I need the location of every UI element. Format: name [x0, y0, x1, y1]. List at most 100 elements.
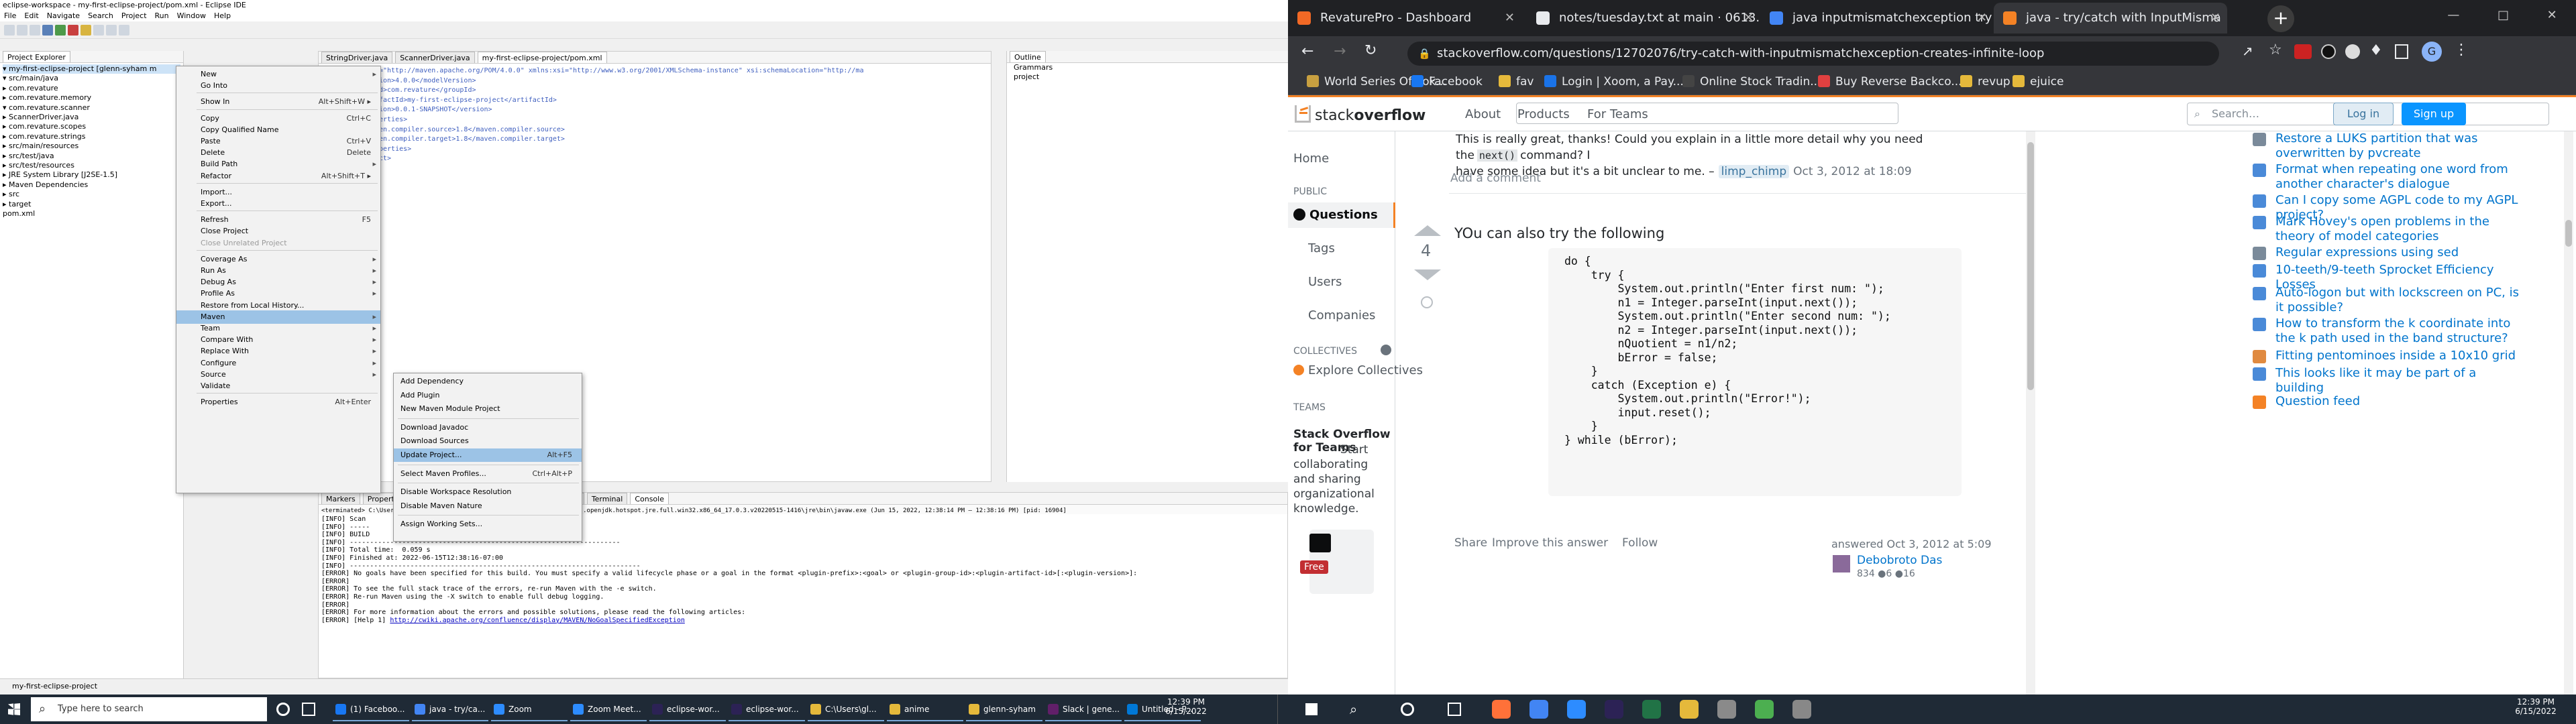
- tree-item[interactable]: ▸ ScannerDriver.java: [3, 113, 180, 122]
- info-icon[interactable]: [1381, 345, 1391, 355]
- share-link[interactable]: Share: [1454, 536, 1487, 550]
- maven-menu-item[interactable]: Assign Working Sets...: [394, 518, 582, 531]
- taskbar-app[interactable]: (1) Faceboo...: [333, 697, 409, 721]
- cortana-icon[interactable]: [276, 703, 290, 716]
- eclipse-icon[interactable]: [1605, 700, 1623, 719]
- save-all-icon[interactable]: [30, 24, 40, 36]
- taskbar-app[interactable]: eclipse-wor...: [649, 697, 726, 721]
- minimize-icon[interactable]: —: [2447, 0, 2459, 31]
- taskbar-app[interactable]: anime: [887, 697, 963, 721]
- menu-help[interactable]: Help: [214, 11, 231, 21]
- debug-icon[interactable]: [42, 24, 53, 36]
- tab-close-icon[interactable]: ✕: [1743, 3, 1754, 34]
- page-scrollbar[interactable]: [2564, 131, 2573, 695]
- tree-item[interactable]: ▸ src/test/java: [3, 152, 180, 161]
- free-badge[interactable]: Free: [1300, 560, 1328, 574]
- bookmark-item[interactable]: revup: [1960, 68, 2010, 95]
- bookmark-item[interactable]: Online Stock Tradin...: [1682, 68, 1821, 95]
- tree-item[interactable]: ▸ com.revature.strings: [3, 132, 180, 141]
- bookmark-item[interactable]: Facebook: [1411, 68, 1483, 95]
- menu-window[interactable]: Window: [177, 11, 206, 21]
- new-icon[interactable]: [4, 24, 15, 36]
- save-icon[interactable]: [17, 24, 28, 36]
- file-explorer-icon[interactable]: [1680, 700, 1699, 719]
- editor-tab[interactable]: StringDriver.java: [321, 52, 393, 63]
- maven-menu-item[interactable]: Update Project... Alt+F5: [394, 448, 582, 462]
- reload-icon[interactable]: ↻: [1364, 42, 1377, 59]
- bookmark-item[interactable]: Buy Reverse Backco...: [1818, 68, 1962, 95]
- start-button[interactable]: [8, 703, 20, 715]
- related-question[interactable]: Auto-logon but with lockscreen on PC, is…: [2253, 286, 2524, 315]
- context-menu-item[interactable]: Go Into: [176, 79, 380, 93]
- tree-item[interactable]: ▸ src/test/resources: [3, 161, 180, 170]
- stop-icon[interactable]: [68, 24, 78, 36]
- page-scrollbar-thumb[interactable]: [2565, 220, 2572, 247]
- forward-icon[interactable]: →: [1334, 43, 1346, 60]
- maven-menu-item[interactable]: Select Maven Profiles... Ctrl+Alt+P: [394, 467, 582, 481]
- firefox-icon[interactable]: [1492, 700, 1511, 719]
- menu-icon[interactable]: ⋮: [2454, 42, 2469, 58]
- related-question[interactable]: Restore a LUKS partition that was overwr…: [2253, 131, 2524, 161]
- nav-questions[interactable]: Questions: [1288, 202, 1395, 228]
- bookmark-item[interactable]: ejuice: [2012, 68, 2064, 95]
- upvote-button[interactable]: [1414, 225, 1441, 236]
- bookmark-star-icon[interactable]: ☆: [2269, 42, 2282, 58]
- related-question[interactable]: Format when repeating one word from anot…: [2253, 162, 2524, 192]
- new-tab-button[interactable]: +: [2267, 5, 2294, 32]
- improve-link[interactable]: Improve this answer: [1492, 536, 1608, 550]
- open-type-icon[interactable]: [80, 24, 91, 36]
- app-icon[interactable]: [1792, 700, 1811, 719]
- project-explorer-tab[interactable]: Project Explorer: [3, 51, 70, 62]
- cortana-icon[interactable]: [1401, 703, 1414, 716]
- console-tab[interactable]: Terminal: [586, 493, 628, 504]
- bookmark-item[interactable]: Login | Xoom, a Pay...: [1544, 68, 1684, 95]
- show-desktop[interactable]: [1277, 695, 1281, 724]
- close-icon[interactable]: ✕: [2547, 0, 2557, 31]
- taskbar-app[interactable]: Zoom: [491, 697, 568, 721]
- editor-code[interactable]: ="http://maven.apache.org/POM/4.0.0" xml…: [319, 64, 991, 164]
- tree-item[interactable]: ▸ src/main/resources: [3, 141, 180, 151]
- maven-menu-item[interactable]: Download Sources: [394, 434, 582, 448]
- nav-about[interactable]: About: [1465, 107, 1501, 121]
- tree-item[interactable]: ▸ Maven Dependencies: [3, 180, 180, 190]
- nav-users[interactable]: Users: [1308, 275, 1342, 289]
- maven-menu-item[interactable]: Download Javadoc: [394, 421, 582, 434]
- tree-item[interactable]: ▾ com.revature.scanner: [3, 103, 180, 113]
- help-link[interactable]: http://cwiki.apache.org/confluence/displ…: [390, 617, 685, 624]
- tab-close-icon[interactable]: ✕: [2210, 3, 2220, 34]
- related-question[interactable]: This looks like it may be part of a buil…: [2253, 366, 2524, 396]
- context-menu-item[interactable]: Refactor Alt+Shift+T ▸: [176, 170, 380, 183]
- main-scrollbar-thumb[interactable]: [2027, 142, 2034, 390]
- follow-link[interactable]: Follow: [1622, 536, 1658, 550]
- taskbar-app[interactable]: eclipse-wor...: [729, 697, 805, 721]
- tab-close-icon[interactable]: ✕: [1977, 3, 1987, 34]
- outline-item[interactable]: Grammars: [1007, 63, 1288, 72]
- menu-file[interactable]: File: [4, 11, 16, 21]
- nav-home[interactable]: Home: [1293, 152, 1329, 166]
- context-menu-item[interactable]: Properties Alt+Enter: [176, 396, 380, 409]
- related-question[interactable]: Regular expressions using sed: [2253, 245, 2524, 260]
- tree-item[interactable]: ▾ src/main/java: [3, 74, 180, 83]
- tree-item[interactable]: pom.xml: [3, 209, 180, 219]
- answer-user[interactable]: Debobroto Das: [1857, 554, 1942, 567]
- maven-menu-item[interactable]: New Maven Module Project: [394, 402, 582, 416]
- sidepanel-icon[interactable]: [2395, 44, 2408, 59]
- taskbar-app[interactable]: Zoom Meet...: [570, 697, 647, 721]
- maximize-icon[interactable]: □: [2498, 0, 2509, 31]
- excel-icon[interactable]: [1642, 700, 1661, 719]
- globe-icon[interactable]: [1755, 700, 1774, 719]
- profile-avatar[interactable]: G: [2422, 42, 2442, 62]
- maven-menu-item[interactable]: Disable Workspace Resolution: [394, 485, 582, 499]
- downvote-button[interactable]: [1414, 269, 1441, 280]
- taskbar-app[interactable]: glenn-syham: [966, 697, 1042, 721]
- related-question[interactable]: Fitting pentominoes inside a 10x10 grid: [2253, 349, 2524, 363]
- tree-item[interactable]: ▸ src: [3, 190, 180, 199]
- address-bar[interactable]: 🔒 stackoverflow.com/questions/12702076/t…: [1407, 42, 2219, 66]
- taskbar-search[interactable]: ⌕ Type here to search: [31, 697, 267, 721]
- extension-icon[interactable]: [2294, 44, 2312, 59]
- tree-item[interactable]: ▸ target: [3, 200, 180, 209]
- share-icon[interactable]: ↗: [2242, 43, 2253, 59]
- taskbar-app[interactable]: C:\Users\gl...: [808, 697, 884, 721]
- editor-tab[interactable]: ScannerDriver.java: [395, 52, 475, 63]
- extension-icon[interactable]: [2321, 44, 2336, 59]
